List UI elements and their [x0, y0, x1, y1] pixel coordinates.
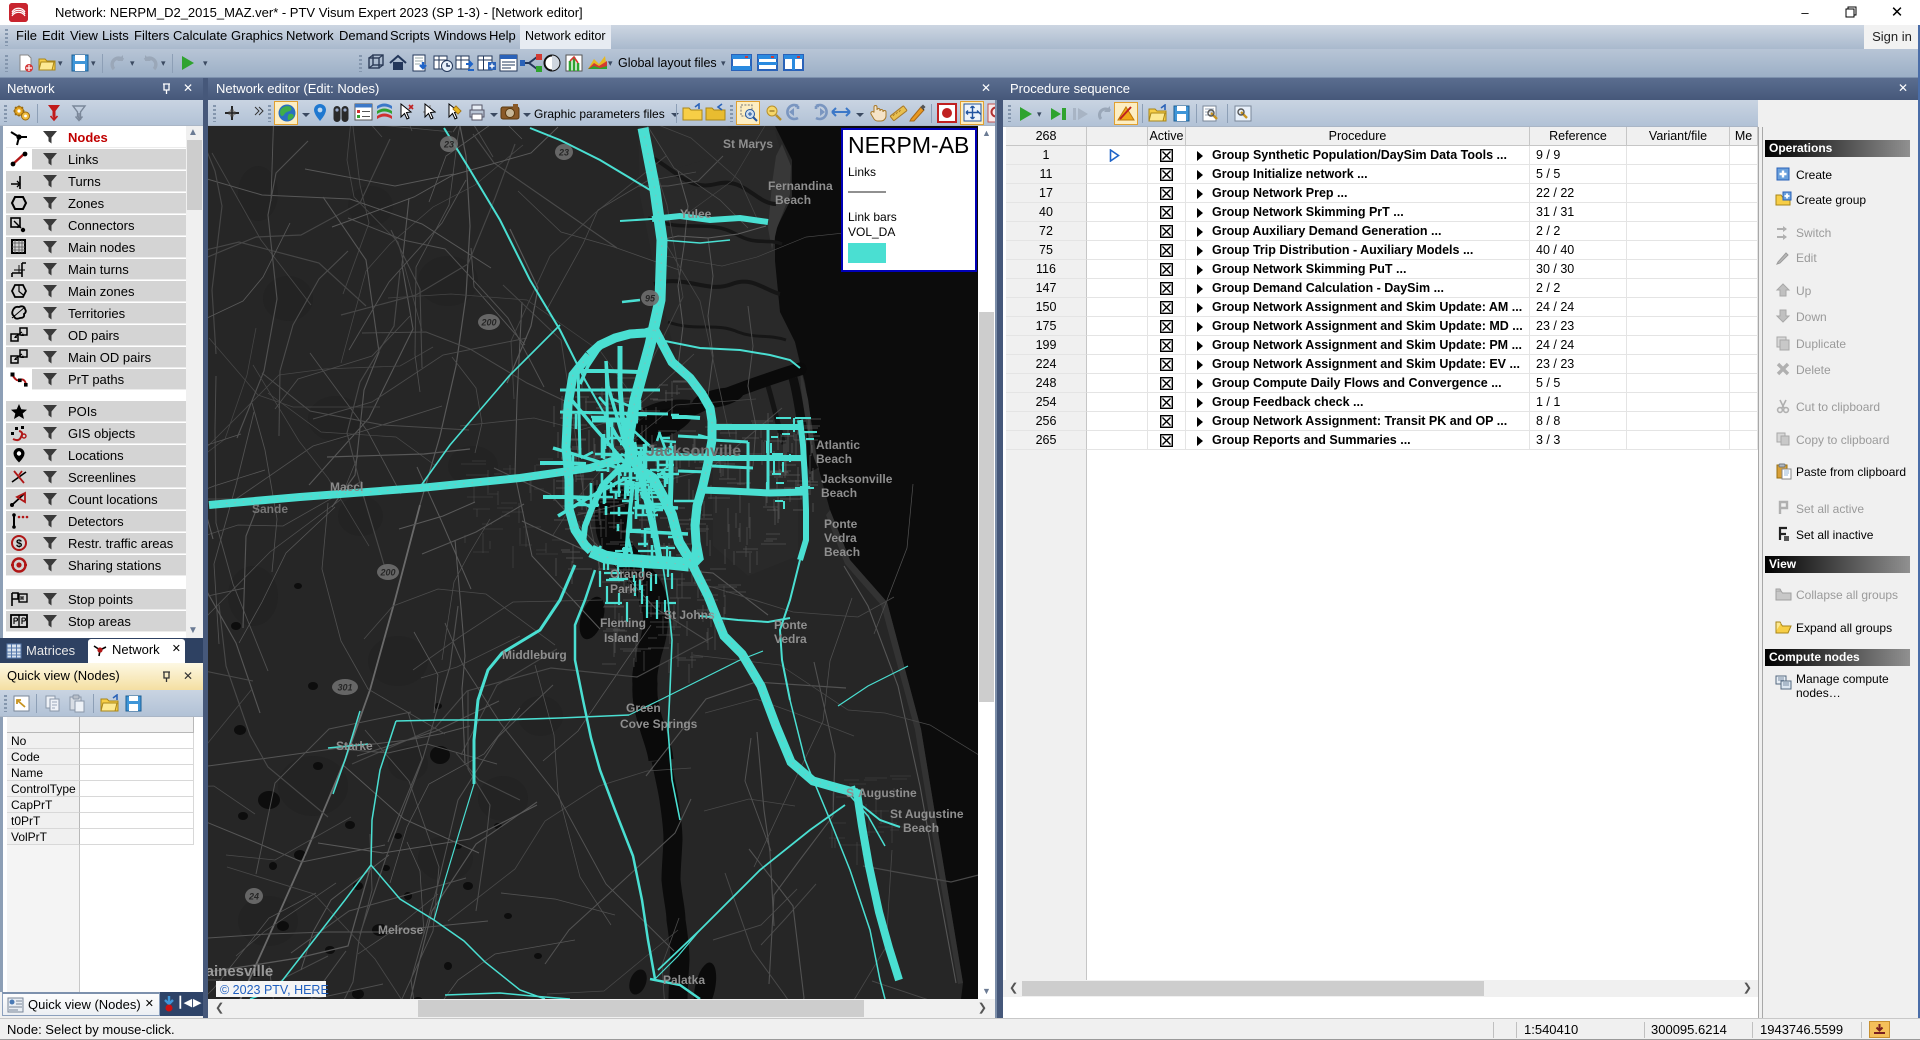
svg-text:23: 23: [443, 140, 454, 150]
svg-text:Beach: Beach: [821, 486, 857, 500]
svg-text:Fleming: Fleming: [600, 616, 646, 630]
svg-text:Augustine: Augustine: [858, 786, 917, 800]
svg-text:Starke: Starke: [336, 739, 373, 753]
svg-text:Middleburg: Middleburg: [502, 648, 567, 662]
svg-text:Ponte: Ponte: [824, 517, 858, 531]
svg-text:200: 200: [379, 568, 395, 578]
svg-text:24: 24: [248, 892, 259, 902]
svg-text:Maccl: Maccl: [330, 480, 363, 494]
svg-text:St Johns: St Johns: [664, 608, 715, 622]
svg-text:© 2023 PTV, HERE: © 2023 PTV, HERE: [220, 983, 329, 997]
svg-text:Links: Links: [848, 165, 876, 179]
svg-text:Beach: Beach: [824, 545, 860, 559]
svg-text:NERPM-AB: NERPM-AB: [848, 132, 969, 158]
svg-text:Island: Island: [604, 631, 639, 645]
svg-text:St Marys: St Marys: [723, 137, 773, 151]
svg-text:301: 301: [337, 683, 352, 693]
svg-text:Sande: Sande: [252, 502, 288, 516]
svg-text:S: S: [846, 786, 854, 800]
svg-text:Ponte: Ponte: [774, 618, 808, 632]
svg-text:Beach: Beach: [816, 452, 852, 466]
svg-text:VOL_DA: VOL_DA: [848, 225, 895, 239]
svg-text:$: $: [16, 538, 22, 550]
svg-text:Cove Springs: Cove Springs: [620, 717, 698, 731]
svg-text:Beach: Beach: [903, 821, 939, 835]
svg-text:Atlantic: Atlantic: [816, 438, 860, 452]
svg-text:Jacksonville: Jacksonville: [821, 472, 893, 486]
svg-text:23: 23: [558, 148, 569, 158]
svg-text:Vedra: Vedra: [824, 531, 857, 545]
svg-text:St Augustine: St Augustine: [890, 807, 964, 821]
svg-text:Beach: Beach: [775, 193, 811, 207]
svg-text:Vedra: Vedra: [774, 632, 807, 646]
svg-text:95: 95: [645, 294, 656, 304]
svg-text:Link bars: Link bars: [848, 210, 897, 224]
svg-text:Green: Green: [626, 701, 661, 715]
svg-text:Palatka: Palatka: [663, 973, 705, 987]
svg-text:Gainesville: Gainesville: [208, 963, 273, 980]
svg-text:Park: Park: [610, 582, 636, 596]
svg-text:Yulee: Yulee: [680, 207, 712, 221]
svg-text:Melrose: Melrose: [378, 923, 424, 937]
svg-text:Orange: Orange: [610, 567, 652, 581]
svg-text:Fernandina: Fernandina: [768, 179, 833, 193]
svg-text:200: 200: [480, 318, 496, 328]
svg-text:Jacksonville: Jacksonville: [646, 443, 741, 460]
